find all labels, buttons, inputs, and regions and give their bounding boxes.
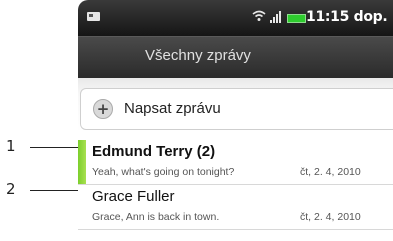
message-preview: Yeah, what's going on tonight? [92, 166, 235, 178]
compose-label: Napsat zprávu [124, 100, 221, 117]
callout-line-2 [30, 190, 78, 191]
wifi-icon [252, 10, 266, 24]
phone-screen: 11:15 dop. Všechny zprávy + Napsat zpráv… [78, 0, 393, 241]
battery-icon [287, 14, 306, 23]
compose-message-button[interactable]: + Napsat zprávu [80, 88, 393, 130]
message-thread[interactable]: Grace Fuller Grace, Ann is back in town.… [78, 185, 393, 230]
compose-area: + Napsat zprávu [78, 78, 393, 132]
message-thread[interactable]: Edmund Terry (2) Yeah, what's going on t… [78, 140, 393, 185]
status-time: 11:15 dop. [306, 9, 388, 25]
message-date: čt, 2. 4, 2010 [300, 211, 361, 223]
status-bar: 11:15 dop. [78, 0, 393, 36]
message-sender: Grace Fuller [92, 188, 175, 205]
sim-card-icon [87, 12, 100, 21]
message-date: čt, 2. 4, 2010 [300, 166, 361, 178]
title-bar: Všechny zprávy [78, 36, 393, 79]
message-sender: Edmund Terry (2) [92, 143, 216, 160]
callout-number-1: 1 [6, 137, 16, 155]
page-title: Všechny zprávy [145, 47, 251, 64]
signal-icon [270, 11, 284, 23]
callout-number-2: 2 [6, 180, 16, 198]
callout-line-1 [30, 147, 78, 148]
message-preview: Grace, Ann is back in town. [92, 211, 220, 223]
plus-icon: + [93, 99, 113, 119]
unread-indicator [78, 140, 86, 184]
